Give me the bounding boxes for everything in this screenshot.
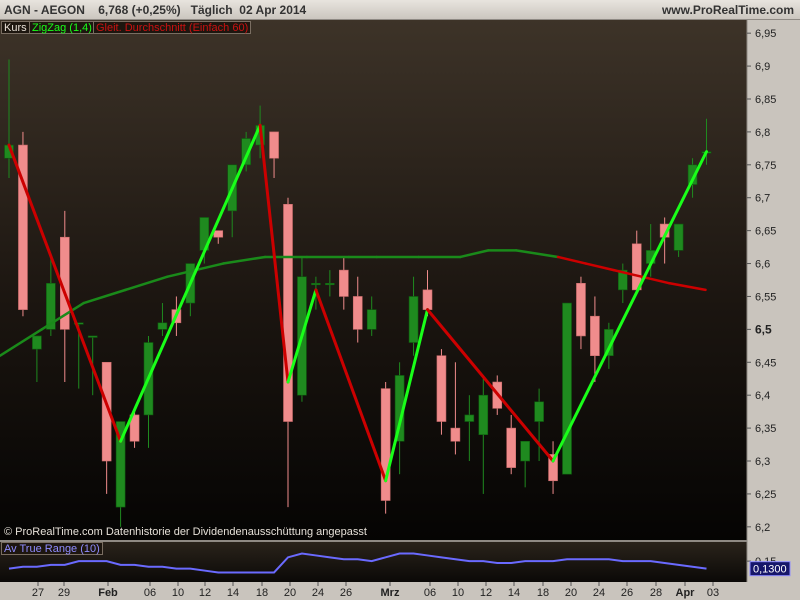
y-tick-label: 6,85: [755, 94, 776, 106]
y-tick-label: 6,95: [755, 28, 776, 40]
x-tick-label: Mrz: [381, 587, 400, 599]
candle-body: [87, 335, 98, 338]
chart-title: AGN - AEGON 6,768 (+0,25%) Täglich 02 Ap…: [4, 3, 307, 17]
x-tick-label: 06: [424, 587, 436, 599]
candle-body: [576, 282, 586, 337]
x-tick-label: 20: [565, 587, 577, 599]
candle-body: [366, 309, 377, 330]
x-tick-label: 18: [256, 587, 268, 599]
x-tick-label: 29: [58, 587, 70, 599]
site-name: www.ProRealTime.com: [661, 3, 794, 17]
y-tick-label: 6,45: [755, 357, 776, 369]
x-tick-label: 10: [172, 587, 184, 599]
x-tick-label: Feb: [98, 587, 118, 599]
candle-body: [673, 223, 684, 251]
y-tick-label: 6,35: [755, 423, 776, 435]
atr-label: Av True Range (10): [1, 542, 103, 555]
candle-body: [311, 282, 321, 286]
y-tick-label: 6,3: [755, 456, 770, 468]
candle-body: [562, 302, 572, 475]
candle-body: [422, 289, 433, 310]
y-tick-label: 6,2: [755, 522, 770, 534]
x-tick-label: 28: [650, 587, 662, 599]
candle-body: [157, 322, 168, 330]
copyright-note: © ProRealTime.com Datenhistorie der Divi…: [4, 526, 367, 538]
atr-value-label: 0,1300: [753, 564, 787, 576]
x-tick-label: 26: [621, 587, 633, 599]
y-tick-label: 6,75: [755, 160, 776, 172]
y-tick-label: 6,7: [755, 193, 770, 205]
y-axis-bg: [747, 20, 800, 600]
x-tick-label: 14: [227, 587, 239, 599]
candle-body: [408, 296, 419, 343]
y-tick-label: 6,25: [755, 489, 776, 501]
candle: [562, 302, 572, 475]
y-tick-label: 6,65: [755, 226, 776, 238]
y-tick-label: 6,9: [755, 61, 770, 73]
candle-body: [325, 282, 335, 286]
candle-body: [520, 440, 530, 462]
x-tick-label: 20: [284, 587, 296, 599]
candle: [380, 382, 391, 514]
candle-body: [380, 388, 391, 501]
y-tick-label: 6,5: [755, 322, 772, 336]
x-tick-label: 12: [199, 587, 211, 599]
x-tick-label: 03: [707, 587, 719, 599]
candle-body: [269, 131, 279, 159]
candle-body: [32, 335, 42, 350]
x-tick-label: 24: [312, 587, 324, 599]
x-tick-label: Apr: [676, 587, 696, 599]
y-tick-label: 6,8: [755, 127, 770, 139]
x-tick-label: 26: [340, 587, 352, 599]
candle-body: [283, 204, 293, 422]
x-tick-label: 14: [508, 587, 520, 599]
candle-body: [534, 401, 544, 422]
candle: [18, 131, 28, 317]
candle-body: [436, 355, 447, 422]
legend-kurs: Kurs: [1, 21, 30, 34]
chart-header: AGN - AEGON 6,768 (+0,25%) Täglich 02 Ap…: [0, 0, 800, 20]
y-tick-label: 6,55: [755, 291, 776, 303]
y-tick-label: 6,6: [755, 259, 770, 271]
candle-body: [464, 414, 475, 422]
legend-zigzag: ZigZag (1,4): [29, 21, 95, 34]
chart-canvas[interactable]: 0,150,1300 6,26,256,36,356,46,456,56,556…: [0, 20, 800, 600]
legend-moving-average: Gleit. Durchschnitt (Einfach 60): [93, 21, 252, 34]
x-tick-label: 12: [480, 587, 492, 599]
y-tick-label: 6,4: [755, 390, 770, 402]
candle-body: [338, 269, 349, 297]
candle-body: [352, 296, 363, 330]
x-tick-label: 18: [537, 587, 549, 599]
x-tick-label: 27: [32, 587, 44, 599]
candle-body: [590, 315, 600, 356]
x-tick-label: 24: [593, 587, 605, 599]
candle-body: [450, 427, 461, 442]
candle-body: [478, 394, 489, 435]
candle-body: [213, 230, 224, 238]
x-tick-label: 06: [144, 587, 156, 599]
x-tick-label: 10: [452, 587, 464, 599]
candle-body: [506, 427, 517, 468]
